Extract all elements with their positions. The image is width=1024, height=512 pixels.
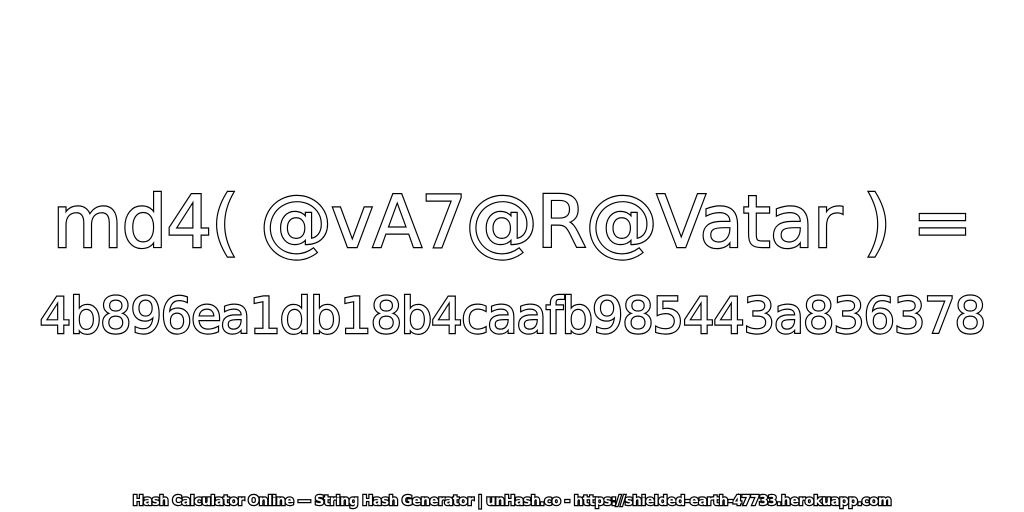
hash-result-value: 4b896ea1db18b4caafb985443a836378 (38, 287, 987, 345)
hash-expression-heading: md4( @vA7@R@Vatar ) = (51, 180, 974, 264)
hash-image-canvas: md4( @vA7@R@Vatar ) = 4b896ea1db18b4caaf… (0, 0, 1024, 512)
site-footer-credit: Hash Calculator Online — String Hash Gen… (132, 494, 893, 510)
